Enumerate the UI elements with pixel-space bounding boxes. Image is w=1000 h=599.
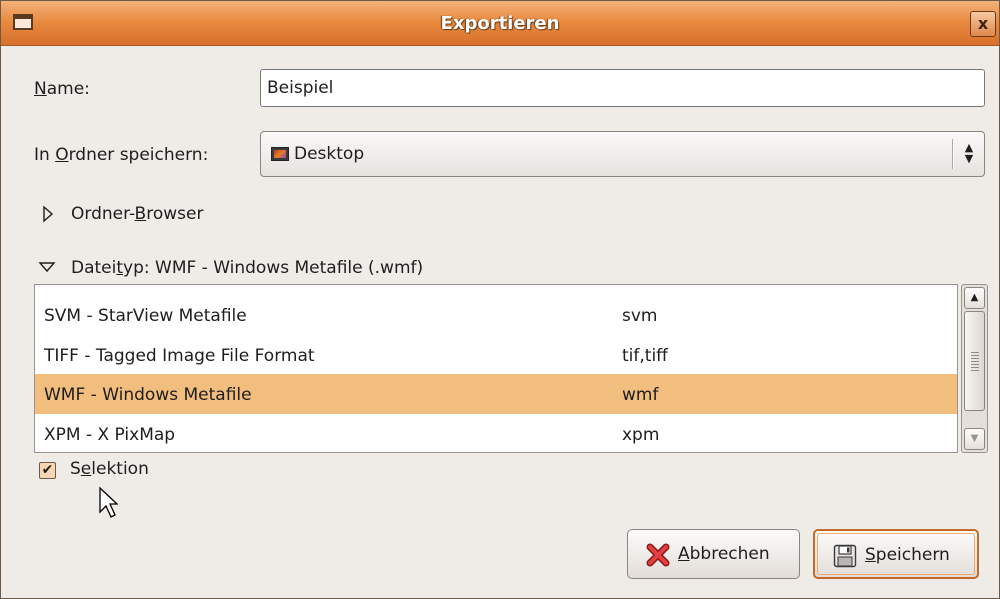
list-scrollbar[interactable]: ▲ ▼ — [961, 284, 988, 453]
floppy-disk-icon — [833, 544, 857, 568]
spin-arrows-icon: ▲ ▼ — [964, 141, 974, 165]
selection-checkbox[interactable]: ✔ — [39, 462, 56, 479]
name-label: Name: — [34, 79, 90, 99]
folder-value: Desktop — [294, 144, 365, 164]
list-item-selected[interactable]: WMF - Windows Metafile wmf — [35, 374, 957, 414]
filetype-extension: xpm — [622, 425, 660, 445]
cancel-button[interactable]: Abbrechen — [627, 529, 800, 579]
filetype-extension: svm — [622, 306, 658, 326]
scroll-up-icon[interactable]: ▲ — [964, 287, 985, 309]
filetype-list[interactable]: SVM - StarView Metafile svm TIFF - Tagge… — [34, 284, 958, 453]
folder-combobox[interactable]: Desktop ▲ ▼ — [260, 131, 985, 177]
list-item[interactable]: TIFF - Tagged Image File Format tif,tiff — [35, 335, 957, 375]
grip-icon — [971, 352, 979, 372]
filetype-name: TIFF - Tagged Image File Format — [44, 346, 315, 366]
save-button[interactable]: Speichern — [813, 529, 979, 579]
filetype-extension: tif,tiff — [622, 346, 668, 366]
desktop-icon — [271, 147, 289, 161]
cancel-x-icon — [646, 543, 670, 567]
filetype-name: XPM - X PixMap — [44, 425, 176, 445]
window-title: Exportieren — [440, 13, 560, 34]
filetype-expander[interactable]: Dateityp: WMF - Windows Metafile (.wmf) — [71, 258, 423, 278]
expander-collapsed-icon[interactable] — [41, 205, 55, 223]
save-button-label: Speichern — [865, 545, 950, 565]
filetype-extension: wmf — [622, 385, 659, 405]
folder-label: In Ordner speichern: — [34, 145, 209, 165]
title-bar[interactable]: Exportieren x — [1, 1, 999, 46]
combo-separator — [952, 139, 954, 169]
export-dialog: Exportieren x Name: Beispiel In Ordner s… — [0, 0, 1000, 599]
folder-browser-expander[interactable]: Ordner-Browser — [71, 204, 203, 224]
scrollbar-thumb[interactable] — [964, 311, 985, 411]
selection-label[interactable]: Selektion — [70, 459, 149, 479]
list-item[interactable]: XPM - X PixMap xpm — [35, 414, 957, 452]
cancel-button-label: Abbrechen — [678, 544, 770, 564]
filetype-name: WMF - Windows Metafile — [44, 385, 252, 405]
close-icon[interactable]: x — [970, 11, 996, 37]
scroll-down-icon[interactable]: ▼ — [964, 428, 985, 450]
name-input[interactable]: Beispiel — [260, 69, 985, 107]
mouse-pointer-icon — [99, 486, 118, 518]
filetype-name: SVM - StarView Metafile — [44, 306, 247, 326]
list-item[interactable]: SVM - StarView Metafile svm — [35, 295, 957, 335]
expander-expanded-icon[interactable] — [38, 260, 56, 274]
